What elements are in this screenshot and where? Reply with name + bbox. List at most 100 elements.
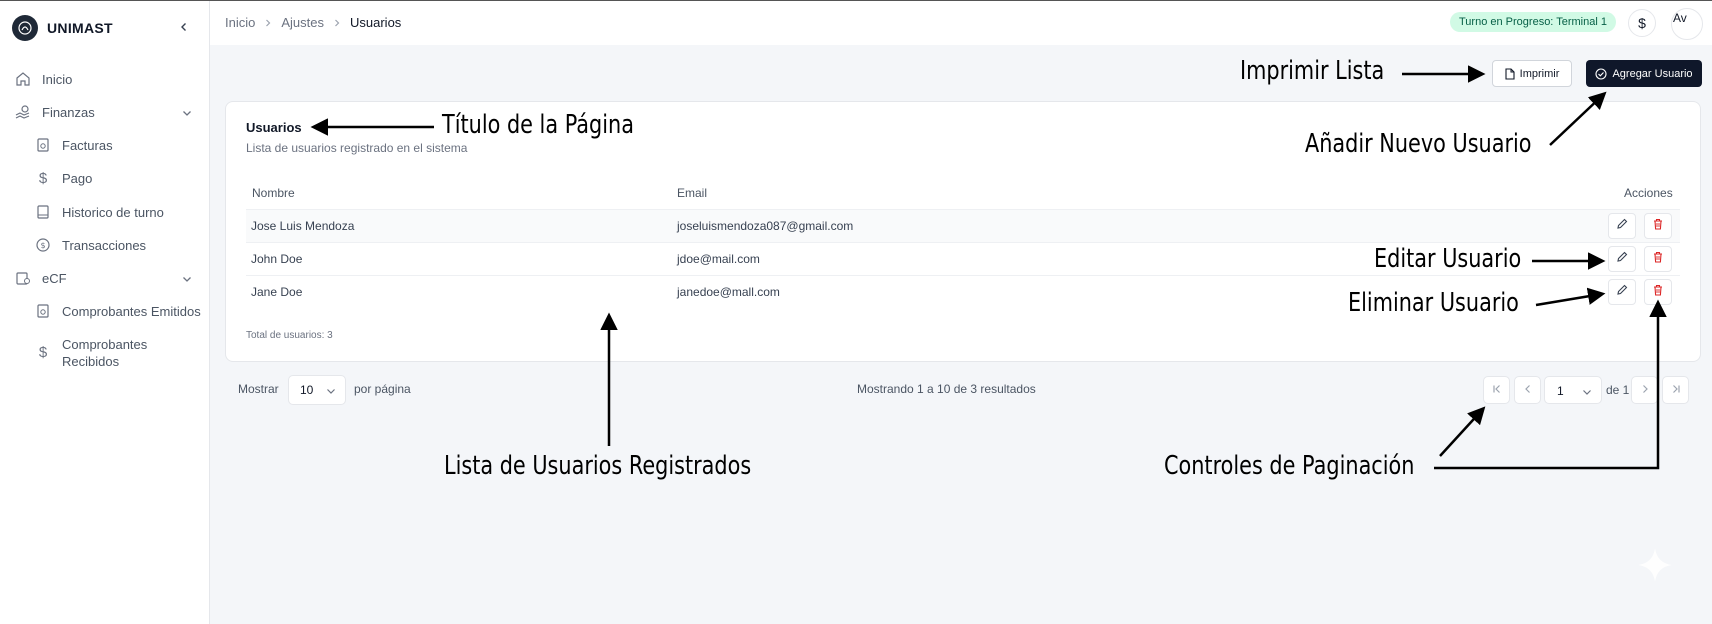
current-page: 1 <box>1557 384 1564 398</box>
annotation-edit-user: Editar Usuario <box>1374 244 1522 274</box>
chevron-right-icon <box>264 19 272 27</box>
sidebar-item-label: Comprobantes Recibidos <box>62 337 148 369</box>
page-subtitle: Lista de usuarios registrado en el siste… <box>246 141 468 155</box>
arrow-pagination <box>1439 406 1486 457</box>
sidebar-item-finanzas[interactable]: Finanzas <box>14 103 95 121</box>
annotation-pagination: Controles de Paginación <box>1164 451 1415 481</box>
breadcrumb-item-ajustes[interactable]: Ajustes <box>281 15 324 30</box>
last-page-button[interactable] <box>1662 376 1689 404</box>
breadcrumb-item-inicio[interactable]: Inicio <box>225 15 255 30</box>
sidebar-item-transacciones[interactable]: $ Transacciones <box>34 236 146 254</box>
add-user-button[interactable]: Agregar Usuario <box>1586 60 1702 87</box>
sidebar-item-historico[interactable]: Historico de turno <box>34 203 164 221</box>
first-page-icon <box>1492 381 1502 399</box>
table-row[interactable]: Jose Luis Mendoza joseluismendoza087@gma… <box>246 209 1680 242</box>
annotation-page-title: Título de la Página <box>442 110 634 140</box>
logo-icon <box>12 15 38 41</box>
next-page-button[interactable] <box>1631 376 1658 404</box>
sidebar-item-label: Transacciones <box>62 237 147 253</box>
previous-page-button[interactable] <box>1514 376 1541 404</box>
delete-user-button[interactable] <box>1644 213 1672 239</box>
sidebar-item-ecf[interactable]: eCF <box>14 269 67 287</box>
dollar-icon: $ <box>38 343 48 361</box>
chevron-right-icon <box>333 19 341 27</box>
sidebar-item-comprobantes-emitidos[interactable]: Comprobantes Emitidos <box>34 302 201 320</box>
per-page-label: por página <box>354 382 411 396</box>
sidebar-item-label: Comprobantes Emitidos <box>62 303 201 319</box>
trash-icon <box>1652 217 1664 235</box>
annotation-print-list: Imprimir Lista <box>1240 56 1385 86</box>
page-select[interactable]: 1 <box>1544 376 1602 404</box>
delete-user-button[interactable] <box>1644 279 1672 305</box>
finance-icon <box>14 103 32 121</box>
column-header-acciones: Acciones <box>1624 186 1673 200</box>
total-users: Total de usuarios: 3 <box>246 330 333 341</box>
edit-user-button[interactable] <box>1608 246 1636 272</box>
chevron-down-icon <box>326 386 336 396</box>
delete-user-button[interactable] <box>1644 246 1672 272</box>
chevron-down-icon <box>1582 387 1592 397</box>
currency-button[interactable]: $ <box>1628 9 1656 37</box>
book-icon <box>34 203 52 221</box>
trash-icon <box>1652 283 1664 301</box>
user-name: John Doe <box>251 252 303 266</box>
sparkle-icon <box>1636 546 1674 589</box>
sidebar-item-facturas[interactable]: Facturas <box>34 136 113 154</box>
chevron-left-icon <box>1523 381 1533 399</box>
avatar[interactable]: Av <box>1671 8 1703 40</box>
chevron-down-icon[interactable] <box>180 272 194 286</box>
chevron-right-icon <box>1640 381 1650 399</box>
ecf-icon <box>14 269 32 287</box>
annotation-add-user: Añadir Nuevo Usuario <box>1305 129 1532 159</box>
trash-icon <box>1652 250 1664 268</box>
show-label: Mostrar <box>238 382 279 396</box>
sidebar-item-label: Pago <box>62 170 93 186</box>
sidebar-item-label: eCF <box>42 270 67 286</box>
print-button[interactable]: Imprimir <box>1492 60 1572 87</box>
sidebar-item-label: Inicio <box>42 71 73 87</box>
app-name: UNIMAST <box>47 20 113 36</box>
edit-user-button[interactable] <box>1608 213 1636 239</box>
per-page-value: 10 <box>300 383 314 397</box>
page-count-label: de 1 <box>1606 383 1630 397</box>
sidebar-item-label: Historico de turno <box>62 204 164 220</box>
column-header-nombre[interactable]: Nombre <box>252 186 295 200</box>
breadcrumb-item-usuarios: Usuarios <box>350 15 402 30</box>
home-icon <box>14 70 32 88</box>
column-header-email[interactable]: Email <box>677 186 707 200</box>
user-email: joseluismendoza087@gmail.com <box>677 219 854 233</box>
breadcrumb: Inicio Ajustes Usuarios <box>225 15 401 30</box>
check-circle-icon <box>1595 67 1608 80</box>
sidebar-item-label: Facturas <box>62 137 113 153</box>
per-page-select[interactable]: 10 <box>288 375 346 405</box>
receipt-icon <box>34 302 52 320</box>
pencil-icon <box>1616 250 1628 268</box>
document-icon <box>1505 67 1515 80</box>
print-button-label: Imprimir <box>1519 67 1560 80</box>
sidebar-item-label: Finanzas <box>42 104 95 120</box>
dollar-icon: $ <box>38 169 48 187</box>
status-badge: Turno en Progreso: Terminal 1 <box>1450 12 1616 32</box>
sidebar: UNIMAST Inicio Finanzas Facturas $ Pago … <box>0 1 210 624</box>
pencil-icon <box>1616 217 1628 235</box>
user-email: jdoe@mail.com <box>677 252 760 266</box>
invoice-icon <box>34 136 52 154</box>
edit-user-button[interactable] <box>1608 279 1636 305</box>
sidebar-item-pago[interactable]: $ Pago <box>34 169 93 187</box>
annotation-delete-user: Eliminar Usuario <box>1348 288 1519 318</box>
pencil-icon <box>1616 283 1628 301</box>
first-page-button[interactable] <box>1483 376 1510 404</box>
user-name: Jose Luis Mendoza <box>251 219 355 233</box>
sidebar-item-inicio[interactable]: Inicio <box>14 70 72 88</box>
user-name: Jane Doe <box>251 285 303 299</box>
brand[interactable]: UNIMAST <box>12 15 113 41</box>
user-email: janedoe@mall.com <box>677 285 780 299</box>
top-header: Inicio Ajustes Usuarios Turno en Progres… <box>210 1 1712 45</box>
coin-icon: $ <box>34 236 52 254</box>
sidebar-item-comprobantes-recibidos[interactable]: $ Comprobantes Recibidos <box>34 336 147 370</box>
page-title: Usuarios <box>246 120 302 135</box>
annotation-user-list: Lista de Usuarios Registrados <box>444 451 752 481</box>
last-page-icon <box>1671 381 1681 399</box>
chevron-down-icon[interactable] <box>180 106 194 120</box>
collapse-sidebar-icon[interactable] <box>176 19 192 35</box>
